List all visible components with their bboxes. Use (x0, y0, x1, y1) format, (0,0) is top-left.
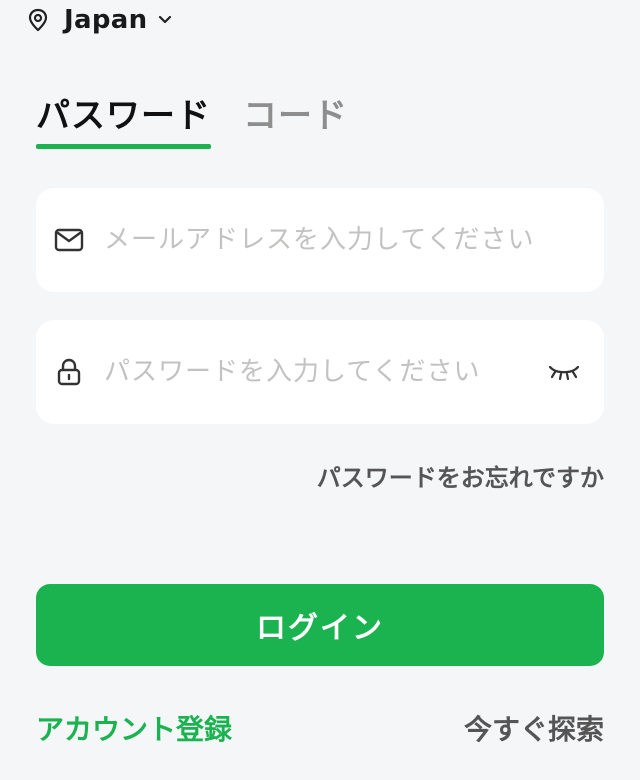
location-pin-icon (26, 7, 50, 33)
password-field-container (36, 320, 604, 424)
email-field-container (36, 188, 604, 292)
chevron-down-icon (157, 12, 173, 28)
signup-link[interactable]: アカウント登録 (36, 708, 232, 748)
login-page: Japan パスワード コード メールアドレスを入力してください パスワードをお… (0, 0, 640, 780)
explore-now-link[interactable]: 今すぐ探索 (464, 708, 604, 748)
login-method-tabs: パスワード コード (36, 88, 348, 149)
tab-password[interactable]: パスワード (36, 88, 211, 149)
email-input[interactable] (102, 209, 582, 271)
region-label: Japan (64, 5, 148, 35)
login-button[interactable]: ログイン (36, 584, 604, 666)
region-selector[interactable]: Japan (26, 4, 173, 36)
password-input[interactable] (102, 341, 546, 403)
forgot-password-link[interactable]: パスワードをお忘れですか (317, 458, 604, 493)
mail-icon (54, 225, 84, 255)
tab-code[interactable]: コード (243, 88, 348, 149)
eye-closed-icon[interactable] (546, 360, 582, 384)
lock-icon (54, 357, 84, 387)
